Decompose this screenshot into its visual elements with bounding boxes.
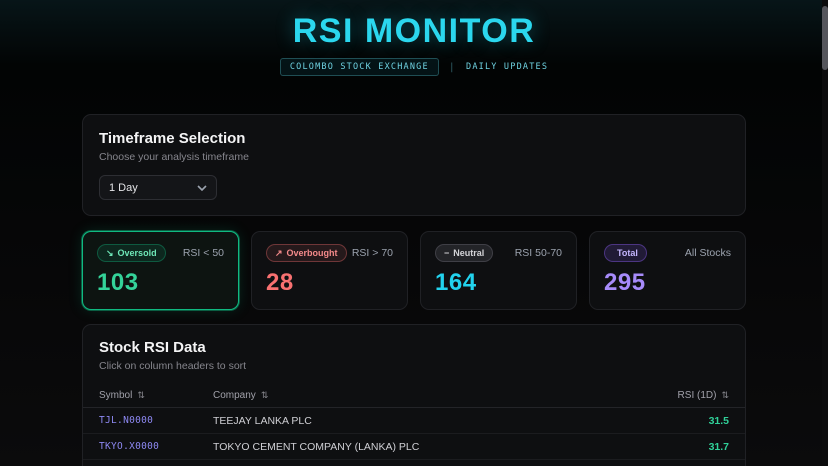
page-header: RSI MONITOR COLOMBO STOCK EXCHANGE | DAI…	[0, 0, 828, 76]
stat-range: RSI 50-70	[515, 247, 562, 259]
timeframe-select[interactable]: 1 Day	[99, 175, 217, 200]
table-subtitle: Click on column headers to sort	[99, 360, 729, 372]
stat-card[interactable]: ↗ Overbought RSI > 70 28	[251, 231, 408, 310]
stat-range: RSI > 70	[352, 247, 393, 259]
table-row[interactable]: TJL.N0000 TEEJAY LANKA PLC 31.5	[83, 408, 745, 434]
row-symbol: TJL.N0000	[99, 415, 213, 426]
stat-badge: Total	[604, 244, 647, 262]
stat-value: 295	[604, 269, 731, 297]
trend-up-icon: ↗	[275, 249, 283, 258]
column-header-company[interactable]: Company ⇅	[213, 390, 619, 401]
stat-value: 164	[435, 269, 562, 297]
row-symbol: TKYO.X0000	[99, 441, 213, 452]
sort-icon: ⇅	[261, 390, 269, 401]
stat-card[interactable]: Total All Stocks 295	[589, 231, 746, 310]
stat-card[interactable]: − Neutral RSI 50-70 164	[420, 231, 577, 310]
chevron-down-icon	[197, 182, 207, 194]
timeframe-selected-value: 1 Day	[109, 182, 138, 194]
stat-value: 28	[266, 269, 393, 297]
stat-range: RSI < 50	[183, 247, 224, 259]
sort-icon: ⇅	[137, 390, 145, 401]
table-body: TJL.N0000 TEEJAY LANKA PLC 31.5 TKYO.X00…	[83, 408, 745, 466]
trend-down-icon: ↘	[106, 249, 114, 258]
row-company: TOKYO CEMENT COMPANY (LANKA) PLC	[213, 441, 619, 453]
page-scrollbar[interactable]	[822, 0, 828, 466]
timeframe-title: Timeframe Selection	[99, 130, 729, 147]
daily-updates-label: DAILY UPDATES	[466, 62, 548, 72]
stat-value: 103	[97, 269, 224, 297]
column-label: Company	[213, 390, 256, 401]
rsi-table-card: Stock RSI Data Click on column headers t…	[82, 324, 746, 466]
stat-badge: − Neutral	[435, 244, 493, 262]
timeframe-subtitle: Choose your analysis timeframe	[99, 151, 729, 163]
column-label: Symbol	[99, 390, 132, 401]
table-header-row: Symbol ⇅ Company ⇅ RSI (1D) ⇅	[83, 384, 745, 408]
column-header-rsi[interactable]: RSI (1D) ⇅	[619, 390, 729, 401]
stat-card[interactable]: ↘ Oversold RSI < 50 103	[82, 231, 239, 310]
row-company: TEEJAY LANKA PLC	[213, 415, 619, 427]
column-label: RSI (1D)	[678, 390, 717, 401]
table-row[interactable]: CHOU.N0000 CITY HOUSING & REAL ESTATE CO…	[83, 460, 745, 466]
minus-icon: −	[444, 249, 449, 258]
stat-range: All Stocks	[685, 247, 731, 259]
sort-icon: ⇅	[721, 390, 729, 401]
exchange-badge: COLOMBO STOCK EXCHANGE	[280, 58, 439, 76]
row-rsi: 31.5	[619, 415, 729, 427]
subtitle-row: COLOMBO STOCK EXCHANGE | DAILY UPDATES	[0, 58, 828, 76]
table-row[interactable]: TKYO.X0000 TOKYO CEMENT COMPANY (LANKA) …	[83, 434, 745, 460]
stat-badge: ↘ Oversold	[97, 244, 166, 262]
stats-row: ↘ Oversold RSI < 50 103 ↗ Overbought RSI…	[82, 231, 746, 310]
page-title: RSI MONITOR	[0, 12, 828, 51]
scrollbar-thumb[interactable]	[822, 6, 828, 70]
separator: |	[449, 62, 456, 73]
column-header-symbol[interactable]: Symbol ⇅	[99, 390, 213, 401]
row-rsi: 31.7	[619, 441, 729, 453]
table-title: Stock RSI Data	[99, 339, 729, 356]
timeframe-card: Timeframe Selection Choose your analysis…	[82, 114, 746, 216]
stat-badge: ↗ Overbought	[266, 244, 347, 262]
